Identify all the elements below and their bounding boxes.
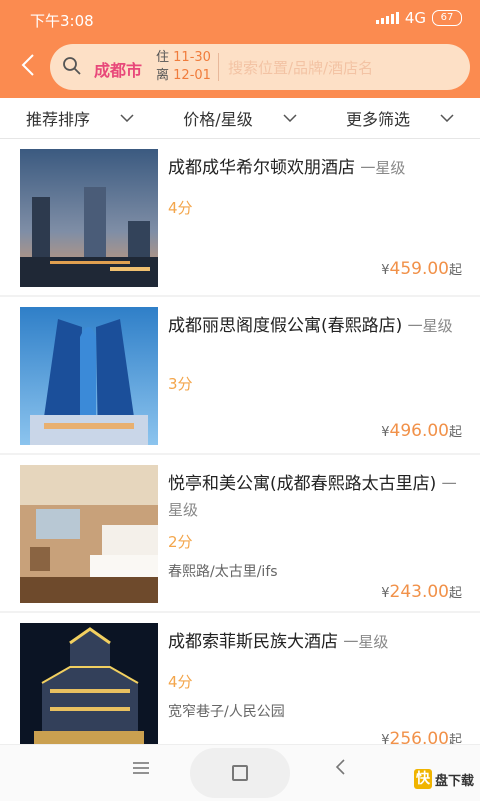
hotel-score: 4分 — [168, 673, 193, 691]
hotel-card[interactable]: 成都索菲斯民族大酒店 一星级 4分 宽窄巷子/人民公园 ¥256.00起 — [0, 613, 480, 761]
filter-price-star[interactable]: 价格/星级 — [160, 98, 320, 138]
watermark: 快 盘下载 — [413, 769, 474, 789]
price-amount: 496.00 — [389, 421, 449, 441]
filter-more[interactable]: 更多筛选 — [320, 98, 480, 138]
hotel-star-rating: 一星级 — [360, 159, 406, 177]
hotel-photo — [20, 623, 158, 761]
filter-more-label: 更多筛选 — [345, 110, 410, 129]
hotel-photo — [20, 465, 158, 603]
hotel-card[interactable]: 成都成华希尔顿欢朋酒店 一星级 4分 ¥459.00起 — [0, 139, 480, 295]
chevron-down-icon — [440, 114, 454, 122]
watermark-text: 盘下载 — [434, 773, 474, 789]
menu-nav-button[interactable] — [132, 757, 150, 781]
price-currency: ¥ — [381, 586, 390, 601]
hotel-score: 2分 — [168, 533, 193, 551]
checkin-date: 11-30 — [173, 50, 211, 65]
status-time: 下午3:08 — [30, 12, 94, 30]
checkin-label: 住 — [156, 50, 170, 65]
hotel-name: 成都成华希尔顿欢朋酒店 一星级 — [168, 155, 468, 181]
filter-bar: 推荐排序 价格/星级 更多筛选 — [0, 98, 480, 139]
hotel-price: ¥243.00起 — [381, 582, 462, 602]
hotel-name-text: 成都丽思阁度假公寓(春熙路店) — [168, 316, 403, 336]
search-header: 成都市 住 11-30 离 12-01 — [0, 36, 480, 98]
back-nav-button[interactable] — [334, 757, 346, 781]
hotel-star-rating: 一星级 — [407, 317, 453, 335]
search-divider — [218, 53, 219, 81]
status-bar: 下午3:08 4G 67 — [0, 0, 480, 36]
price-suffix: 起 — [448, 263, 462, 278]
chevron-left-icon — [335, 759, 345, 775]
price-amount: 459.00 — [389, 259, 449, 279]
filter-price-label: 价格/星级 — [183, 110, 253, 129]
hotel-name: 成都索菲斯民族大酒店 一星级 — [168, 629, 468, 655]
hotel-photo — [20, 149, 158, 287]
network-type: 4G — [404, 9, 426, 27]
hotel-name-text: 成都索菲斯民族大酒店 — [168, 632, 338, 652]
signal-icon — [375, 12, 399, 24]
system-nav-bar: 快 盘下载 — [0, 744, 480, 801]
search-input[interactable] — [226, 56, 460, 80]
back-button[interactable] — [14, 52, 42, 82]
city-selector[interactable]: 成都市 — [94, 57, 142, 81]
menu-icon — [133, 762, 149, 774]
chevron-down-icon — [283, 114, 297, 122]
battery-icon: 67 — [432, 10, 462, 26]
hotel-location: 春熙路/太古里/ifs — [168, 564, 278, 580]
hotel-name: 成都丽思阁度假公寓(春熙路店) 一星级 — [168, 313, 468, 339]
status-icons: 4G 67 — [375, 9, 462, 27]
price-suffix: 起 — [448, 425, 462, 440]
search-icon — [63, 57, 81, 75]
price-currency: ¥ — [381, 425, 390, 440]
hotel-name: 悦亭和美公寓(成都春熙路太古里店) 一星级 — [168, 471, 468, 523]
hotel-price: ¥496.00起 — [381, 421, 462, 441]
hotel-star-rating: 一星级 — [343, 633, 389, 651]
hotel-name-text: 悦亭和美公寓(成都春熙路太古里店) — [168, 474, 437, 494]
hotel-price: ¥459.00起 — [381, 259, 462, 279]
checkout-date: 12-01 — [173, 68, 211, 83]
hotel-location: 宽窄巷子/人民公园 — [168, 704, 285, 720]
home-square-icon — [232, 765, 248, 781]
chevron-down-icon — [120, 114, 134, 122]
hotel-name-text: 成都成华希尔顿欢朋酒店 — [168, 158, 355, 178]
hotel-card[interactable]: 成都丽思阁度假公寓(春熙路店) 一星级 3分 ¥496.00起 — [0, 297, 480, 453]
hotel-score: 3分 — [168, 375, 193, 393]
chevron-left-icon — [21, 54, 34, 76]
checkout-label: 离 — [156, 68, 170, 83]
hotel-score: 4分 — [168, 199, 193, 217]
hotel-card[interactable]: 悦亭和美公寓(成都春熙路太古里店) 一星级 2分 春熙路/太古里/ifs ¥24… — [0, 455, 480, 611]
watermark-logo: 快 — [413, 769, 432, 789]
filter-sort[interactable]: 推荐排序 — [0, 98, 160, 138]
search-box[interactable]: 成都市 住 11-30 离 12-01 — [50, 44, 470, 90]
price-amount: 243.00 — [389, 582, 449, 602]
price-currency: ¥ — [381, 263, 390, 278]
date-selector[interactable]: 住 11-30 离 12-01 — [156, 49, 211, 85]
filter-sort-label: 推荐排序 — [25, 110, 90, 129]
price-suffix: 起 — [448, 586, 462, 601]
hotel-photo — [20, 307, 158, 445]
